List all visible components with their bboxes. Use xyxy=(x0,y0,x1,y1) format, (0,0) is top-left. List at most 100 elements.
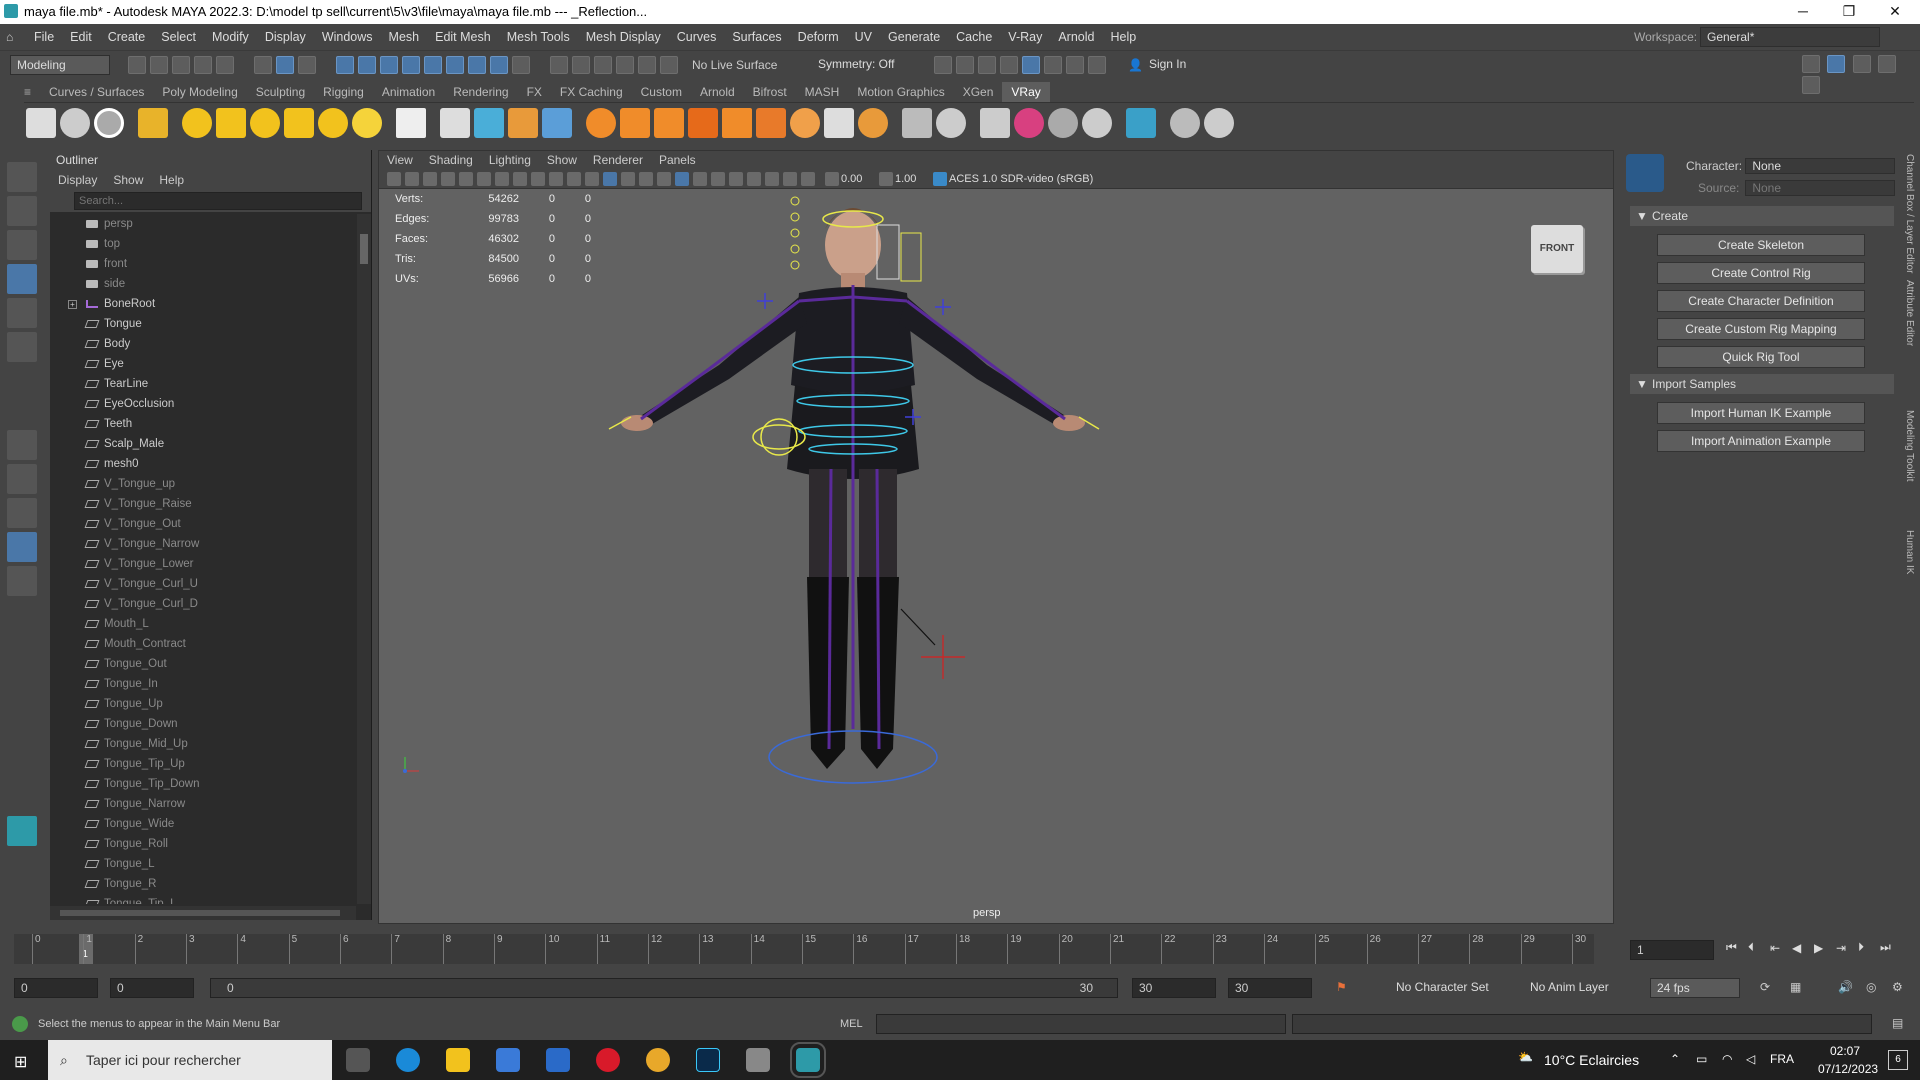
network-icon[interactable]: ▭ xyxy=(1696,1052,1707,1066)
vray-logo-icon[interactable] xyxy=(1204,107,1234,138)
outliner-item[interactable]: + BoneRoot xyxy=(50,294,356,314)
hypershade-icon[interactable] xyxy=(1022,55,1040,74)
snap-view-icon[interactable] xyxy=(402,55,420,74)
image-plane-icon[interactable] xyxy=(441,171,455,186)
maximize-button[interactable]: ❐ xyxy=(1826,0,1872,24)
outliner-item[interactable]: persp xyxy=(50,214,356,234)
shelf-tab-custom[interactable]: Custom xyxy=(632,82,691,102)
opera-icon[interactable] xyxy=(596,1048,620,1072)
vray-settings-icon[interactable] xyxy=(26,107,56,138)
vray-cloud-icon[interactable] xyxy=(824,107,854,138)
menu-deform[interactable]: Deform xyxy=(790,24,847,50)
color-space-dropdown[interactable]: ACES 1.0 SDR-video (sRGB) xyxy=(949,173,1139,185)
render-frame-icon[interactable] xyxy=(934,55,952,74)
outliner-item[interactable]: Body xyxy=(50,334,356,354)
scale-tool-icon[interactable] xyxy=(7,332,37,362)
outliner-item[interactable]: Tongue_Down xyxy=(50,714,356,734)
smooth-shade-icon[interactable] xyxy=(603,171,617,186)
vray-enmesh-icon[interactable] xyxy=(790,107,820,138)
workspace-dropdown[interactable]: General* xyxy=(1700,27,1880,47)
vray-mesh-light-icon[interactable] xyxy=(284,107,314,138)
edge-icon[interactable] xyxy=(396,1048,420,1072)
safe-action-icon[interactable] xyxy=(549,171,563,186)
vray-light-select-icon[interactable] xyxy=(936,107,966,138)
field-chart-icon[interactable] xyxy=(531,171,545,186)
vray-fire-icon[interactable] xyxy=(654,107,684,138)
select-tool-icon[interactable] xyxy=(7,162,37,192)
camera-attributes-icon[interactable] xyxy=(405,171,419,186)
gate-mask-icon[interactable] xyxy=(513,171,527,186)
grid-icon[interactable] xyxy=(459,171,473,186)
loop-icon[interactable]: ⟳ xyxy=(1760,980,1770,994)
outliner-item[interactable]: V_Tongue_Out xyxy=(50,514,356,534)
ipr-render-icon[interactable] xyxy=(978,55,996,74)
chrome-icon[interactable] xyxy=(646,1048,670,1072)
vray-cosmos-icon[interactable] xyxy=(1170,107,1200,138)
history-icon[interactable] xyxy=(550,55,568,74)
shelf-tab-xgen[interactable]: XGen xyxy=(954,82,1003,102)
vray-sun-icon[interactable] xyxy=(352,107,382,138)
vray-clipper-icon[interactable] xyxy=(620,107,650,138)
menu-v-ray[interactable]: V-Ray xyxy=(1000,24,1050,50)
viewport-menu-panels[interactable]: Panels xyxy=(651,151,704,169)
menu-file[interactable]: File xyxy=(26,24,62,50)
language-indicator[interactable]: FRA xyxy=(1770,1052,1794,1066)
outliner-scrollbar[interactable] xyxy=(357,214,371,904)
shelf-tab-arnold[interactable]: Arnold xyxy=(691,82,744,102)
wireframe-icon[interactable] xyxy=(585,171,599,186)
outliner-item[interactable]: Teeth xyxy=(50,414,356,434)
menu-mesh-display[interactable]: Mesh Display xyxy=(578,24,669,50)
create-control-rig-button[interactable]: Create Control Rig xyxy=(1657,262,1865,284)
menu-mesh[interactable]: Mesh xyxy=(381,24,428,50)
outliner-item[interactable]: Tongue_R xyxy=(50,874,356,894)
single-view-icon[interactable] xyxy=(7,430,37,460)
outliner-item[interactable]: V_Tongue_Curl_U xyxy=(50,574,356,594)
render-settings-icon[interactable] xyxy=(1000,55,1018,74)
script-language-label[interactable]: MEL xyxy=(840,1018,863,1030)
shelf-tab-vray[interactable]: VRay xyxy=(1002,82,1050,102)
minimize-button[interactable]: ─ xyxy=(1780,0,1826,24)
tray-chevron-icon[interactable]: ⌃ xyxy=(1670,1052,1680,1066)
select-component-icon[interactable] xyxy=(298,55,316,74)
outliner-menu-display[interactable]: Display xyxy=(50,170,105,190)
live-surface-label[interactable]: No Live Surface xyxy=(692,58,792,72)
vray-decal-icon[interactable] xyxy=(688,107,718,138)
output-ops-icon[interactable] xyxy=(594,55,612,74)
outliner-item[interactable]: V_Tongue_Lower xyxy=(50,554,356,574)
motion-blur-icon[interactable] xyxy=(747,171,761,186)
app-window-icon[interactable] xyxy=(746,1048,770,1072)
create-skeleton-button[interactable]: Create Skeleton xyxy=(1657,234,1865,256)
vray-balls-icon[interactable] xyxy=(1048,107,1078,138)
menu-generate[interactable]: Generate xyxy=(880,24,948,50)
character-set-dropdown[interactable]: No Character Set xyxy=(1390,978,1510,998)
outliner-item[interactable]: top xyxy=(50,234,356,254)
character-dropdown[interactable]: None xyxy=(1745,158,1896,174)
vray-bake-icon[interactable] xyxy=(980,107,1010,138)
vray-material-icon[interactable] xyxy=(138,107,168,138)
character-key-icon[interactable]: ⚑ xyxy=(1336,980,1347,994)
soft-select-icon[interactable] xyxy=(660,55,678,74)
snap-curve-icon[interactable] xyxy=(358,55,376,74)
view-cube[interactable]: FRONT xyxy=(1531,225,1583,273)
preferences-icon[interactable]: ⚙ xyxy=(1892,980,1903,994)
close-button[interactable]: ✕ xyxy=(1872,0,1918,24)
outliner-item[interactable]: Tongue_Tip_Up xyxy=(50,754,356,774)
menu-display[interactable]: Display xyxy=(257,24,314,50)
gamma-icon[interactable] xyxy=(879,171,893,186)
skeleton-joints[interactable] xyxy=(640,285,1066,750)
viewport-menu-view[interactable]: View xyxy=(379,151,421,169)
paint-select-icon[interactable] xyxy=(7,230,37,260)
menu-uv[interactable]: UV xyxy=(847,24,880,50)
weather-text[interactable]: 10°C Eclaircies xyxy=(1544,1052,1639,1068)
shelf-tab-fx[interactable]: FX xyxy=(518,82,551,102)
input-ops-icon[interactable] xyxy=(572,55,590,74)
notification-icon[interactable]: 6 xyxy=(1888,1050,1908,1070)
vray-plane-icon[interactable] xyxy=(396,107,426,138)
vray-chaos-icon[interactable] xyxy=(1082,107,1112,138)
create-character-definition-button[interactable]: Create Character Definition xyxy=(1657,290,1865,312)
attribute-editor-icon[interactable] xyxy=(1878,55,1897,73)
color-management-icon[interactable] xyxy=(933,171,947,186)
range-slider-bar[interactable]: 0 30 xyxy=(210,978,1118,998)
outliner-item[interactable]: Tongue_In xyxy=(50,674,356,694)
fps-dropdown[interactable]: 24 fps xyxy=(1650,978,1740,998)
